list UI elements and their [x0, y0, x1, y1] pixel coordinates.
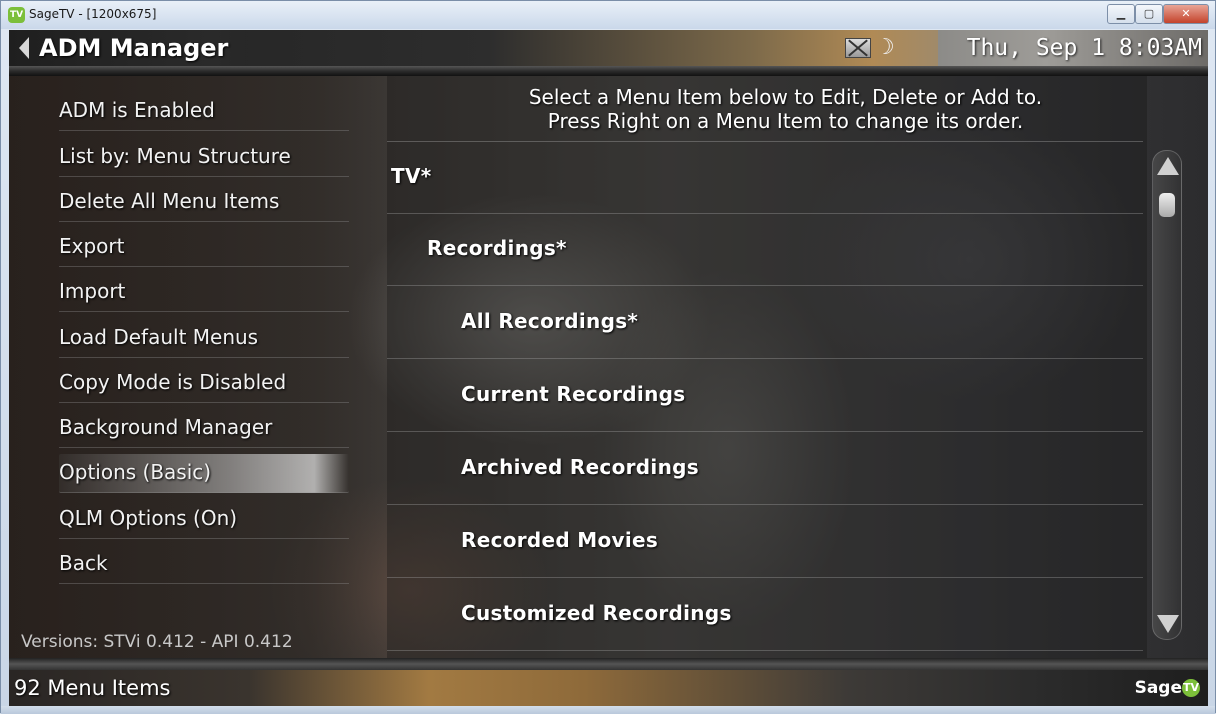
tree-item-label: Current Recordings — [461, 382, 686, 406]
tree-item[interactable]: Recorded Movies — [387, 506, 1143, 578]
header-divider — [9, 66, 1208, 76]
menu-item-adm-enabled[interactable]: ADM is Enabled — [59, 92, 349, 131]
tree-item-label: Customized Recordings — [461, 601, 732, 625]
menu-item-import[interactable]: Import — [59, 273, 349, 312]
sagetv-logo-text: Sage — [1134, 678, 1182, 698]
menu-item-list-by[interactable]: List by: Menu Structure — [59, 138, 349, 177]
instructions-line-1: Select a Menu Item below to Edit, Delete… — [528, 85, 1043, 109]
menu-item-count: 92 Menu Items — [14, 676, 171, 700]
window-titlebar[interactable]: TV SageTV - [1200x675] ▁ ▢ ✕ — [1, 1, 1215, 29]
menu-item-copy-mode[interactable]: Copy Mode is Disabled — [59, 364, 349, 403]
tree-item-label: All Recordings* — [461, 309, 639, 333]
menu-item-delete-all[interactable]: Delete All Menu Items — [59, 183, 349, 222]
tree-item-label: Archived Recordings — [461, 455, 699, 479]
content-scrollbar[interactable] — [1152, 150, 1182, 640]
tree-item-label: TV* — [391, 164, 432, 188]
tree-item[interactable]: Customized Recordings — [387, 579, 1143, 651]
menu-item-export[interactable]: Export — [59, 228, 349, 267]
menu-item-back[interactable]: Back — [59, 545, 349, 584]
menu-item-options-basic[interactable]: Options (Basic) — [59, 454, 349, 493]
scroll-down-icon[interactable] — [1157, 615, 1179, 633]
footer-bar: 92 Menu Items SageTV — [9, 670, 1208, 706]
tree-item[interactable]: Archived Recordings — [387, 433, 1143, 505]
menu-item-load-default[interactable]: Load Default Menus — [59, 319, 349, 358]
minimize-button[interactable]: ▁ — [1107, 4, 1135, 24]
clock: Thu, Sep 1 8:03AM — [966, 35, 1202, 61]
versions-text: Versions: STVi 0.412 - API 0.412 — [21, 632, 293, 652]
sagetv-logo-badge: TV — [1182, 679, 1200, 697]
app-window: TV SageTV - [1200x675] ▁ ▢ ✕ ADM Manager… — [0, 0, 1216, 714]
moon-icon[interactable]: ☽ — [875, 35, 895, 61]
menu-item-background-manager[interactable]: Background Manager — [59, 409, 349, 448]
tree-item-label: Recordings* — [427, 236, 567, 260]
tree-item[interactable]: TV* — [387, 142, 1143, 214]
footer-divider — [9, 658, 1208, 670]
window-title: SageTV - [1200x675] — [29, 7, 157, 21]
sagetv-app-area: ADM Manager ☽ Thu, Sep 1 8:03AM ADM is E… — [9, 30, 1208, 706]
scroll-thumb[interactable] — [1159, 193, 1175, 217]
sagetv-logo: SageTV — [1135, 678, 1200, 698]
tree-item[interactable]: Recordings* — [387, 214, 1143, 286]
tree-item[interactable]: All Recordings* — [387, 287, 1143, 359]
sagetv-app-icon: TV — [8, 7, 25, 23]
menu-item-qlm-options[interactable]: QLM Options (On) — [59, 500, 349, 539]
tree-item-label: Recorded Movies — [461, 528, 659, 552]
close-button[interactable]: ✕ — [1163, 4, 1209, 24]
screen-icon[interactable] — [845, 38, 871, 58]
maximize-button[interactable]: ▢ — [1135, 4, 1163, 24]
tree-item[interactable]: Current Recordings — [387, 360, 1143, 432]
page-title: ADM Manager — [39, 34, 229, 62]
instructions-line-2: Press Right on a Menu Item to change its… — [547, 109, 1024, 133]
scroll-up-icon[interactable] — [1157, 157, 1179, 175]
back-arrow-icon[interactable] — [19, 37, 29, 59]
instructions: Select a Menu Item below to Edit, Delete… — [387, 85, 1184, 133]
